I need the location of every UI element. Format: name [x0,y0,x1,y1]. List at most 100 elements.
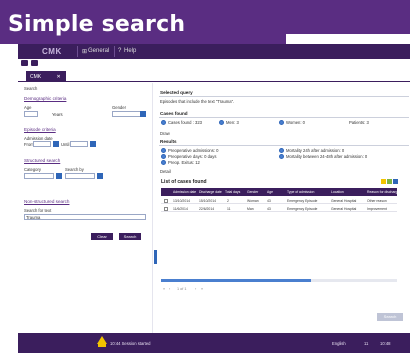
search-text-value: Trauma [26,215,41,220]
panel-collapse-handle[interactable] [154,250,157,264]
table-header: Admission date Discharge date Total days… [161,188,399,196]
result-radio[interactable] [161,154,166,159]
draw-link[interactable]: Draw [160,131,170,136]
table-cell: 2 [227,198,229,203]
table-cell: 15/10/2014 [199,198,216,203]
column-header[interactable]: Reason for discharge [367,190,399,194]
next-page-icon[interactable]: › [195,287,196,291]
preop-exitus: Preop. Exitus: 12 [168,160,200,165]
until-label: Until [61,142,70,147]
search-button-disabled[interactable]: Search [377,313,403,321]
results-title: Results [160,139,177,144]
until-date-input[interactable] [70,141,88,147]
column-header[interactable]: Admission date [173,190,196,194]
age-input[interactable] [24,111,38,117]
table-cell: 43 [267,206,271,211]
table-cell: Other reason [367,198,387,203]
chevron-down-icon[interactable] [97,173,103,179]
first-page-icon[interactable]: « [163,287,165,291]
search-by-label: Search by [65,167,84,172]
clock-time: 10:48 [380,341,391,346]
column-header[interactable]: Total days [225,190,240,194]
last-page-icon[interactable]: » [201,287,203,291]
menu-item-help[interactable]: Help [124,48,136,54]
result-radio[interactable] [279,154,284,159]
structured-search-title[interactable]: Structured search [24,158,60,163]
mortality-24-48h: Mortality between 24-48h after admission… [286,154,368,159]
search-heading: Search [24,86,38,91]
search-text-label: Search for text [24,208,52,213]
row-checkbox[interactable] [164,198,168,203]
app-logo: CMK [42,47,62,56]
result-radio[interactable] [161,160,166,165]
row-checkbox[interactable] [164,206,168,211]
table-cell: Woman [247,198,259,203]
selected-query-text: Episodes that include the text "Trauma". [160,99,235,104]
table-cell: 13/10/2014 [173,198,190,203]
pagination: « ‹ 1 of 1 › » [163,287,223,293]
mortality-24h: Mortality 24h after admission: 0 [286,148,345,153]
tab-label: CMK [30,74,42,80]
prev-page-icon[interactable]: ‹ [169,287,170,291]
episode-criteria-title[interactable]: Episode criteria [24,127,56,132]
category-select[interactable] [24,173,54,179]
warning-icon-base [98,344,106,347]
excel-icon[interactable] [387,179,392,184]
menu-item-general[interactable]: General [88,48,109,54]
scrollbar-thumb[interactable] [161,279,311,282]
men-radio[interactable] [219,120,224,125]
calendar-icon[interactable] [90,141,96,147]
table-cell: Emergency Episode [287,198,318,203]
non-structured-search-title[interactable]: Non-structured search [24,199,69,204]
search-button[interactable]: Search [119,233,141,240]
table-cell: 11/6/2014 [173,206,188,211]
list-of-cases-title: List of cases found [161,179,207,185]
calendar-icon[interactable] [53,141,59,147]
table-cell: 22/6/2014 [199,206,215,211]
search-text-input[interactable]: Trauma [24,214,146,220]
table-cell: 11 [227,206,231,211]
status-bar: 10:44 Session started English 11 10:48 [18,333,410,353]
clear-button[interactable]: Clear [91,233,113,240]
menu-separator [114,46,115,57]
table-cell: 43 [267,198,271,203]
header-notch [286,34,410,44]
demographic-criteria-title[interactable]: Demographic criteria [24,96,66,101]
column-header[interactable]: Gender [247,190,258,194]
results-panel: Selected query Episodes that include the… [159,89,409,333]
cases-found-title: Cases found [160,111,188,116]
divider [159,96,409,97]
result-radio[interactable] [279,148,284,153]
print-icon[interactable] [393,179,398,184]
export-icon[interactable] [381,179,386,184]
from-date-input[interactable] [33,141,51,147]
women-radio[interactable] [279,120,284,125]
detail-link[interactable]: Detail [160,169,171,174]
table-cell: Emergency Episode [287,206,318,211]
chevron-down-icon[interactable] [56,173,62,179]
cases-found-radio[interactable] [161,120,166,125]
language-label[interactable]: English [332,341,346,346]
tab-cmk[interactable]: CMK ✕ [26,71,66,82]
result-radio[interactable] [161,148,166,153]
column-header[interactable]: Age [267,190,273,194]
column-header[interactable]: Type of admission [287,190,314,194]
cases-found-count: Cases found : 323 [168,120,202,125]
patients-count: Patients: 3 [349,120,369,125]
app-window: CMK ⊞ General ? Help CMK ✕ Search Demogr… [18,44,410,353]
search-by-select[interactable] [65,173,95,179]
table-cell: General Hospital [331,206,357,211]
table-row[interactable]: 13/10/2014 15/10/2014 2 Woman 43 Emergen… [161,197,397,204]
column-header[interactable]: Location [331,190,344,194]
chevron-down-icon[interactable] [140,111,146,117]
divider [159,117,409,118]
slide-title: Simple search [8,12,186,37]
close-icon[interactable]: ✕ [57,74,61,80]
table-cell: Improvement [367,206,387,211]
folder-icon[interactable] [31,60,38,66]
column-header[interactable]: Discharge date [199,190,222,194]
category-label: Category [24,167,41,172]
menu-general-icon: ⊞ [82,49,88,55]
table-row[interactable]: 11/6/2014 22/6/2014 11 Man 43 Emergency … [161,205,397,212]
home-icon[interactable] [21,60,28,66]
